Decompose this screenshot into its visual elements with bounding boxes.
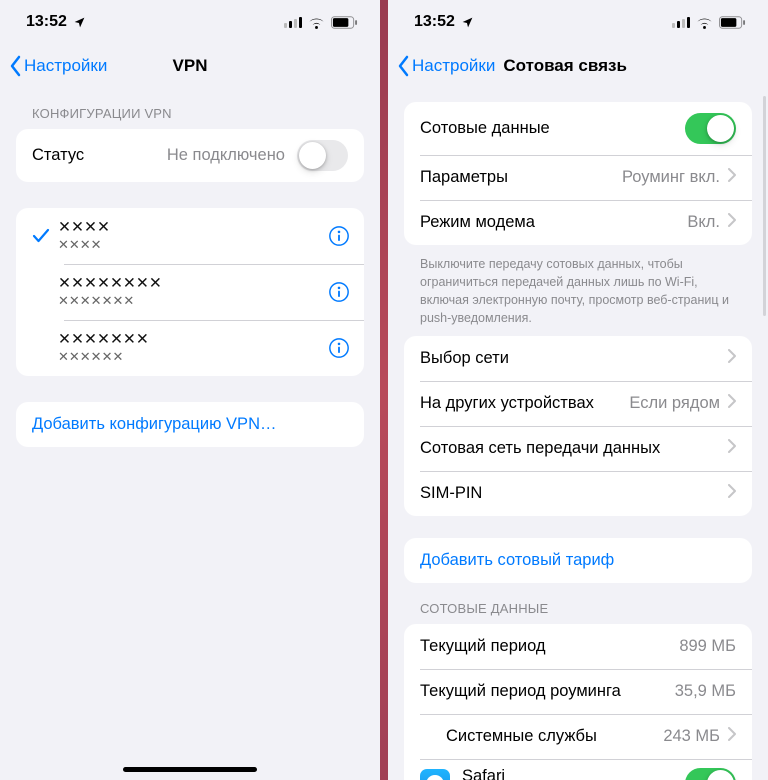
status-bar: 13:52 bbox=[0, 0, 380, 44]
battery-icon bbox=[719, 16, 746, 29]
options-label: Параметры bbox=[420, 168, 508, 187]
signal-bars-icon bbox=[284, 17, 302, 28]
status-row: Статус Не подключено bbox=[16, 129, 364, 182]
info-icon bbox=[328, 225, 350, 247]
nav-bar: Настройки Сотовая связь bbox=[388, 44, 768, 88]
battery-icon bbox=[331, 16, 358, 29]
roaming-period-row: Текущий период роуминга 35,9 МБ bbox=[404, 669, 752, 714]
location-icon bbox=[73, 16, 86, 29]
sim-pin-label: SIM-PIN bbox=[420, 484, 482, 503]
chevron-right-icon bbox=[728, 727, 736, 746]
cellular-options-row[interactable]: Параметры Роуминг вкл. bbox=[404, 155, 752, 200]
vpn-status-toggle[interactable] bbox=[297, 140, 348, 171]
other-devices-row[interactable]: На других устройствах Если рядом bbox=[404, 381, 752, 426]
vpn-config-name: ✕✕✕✕✕✕✕✕ bbox=[58, 275, 326, 293]
app-safari-row[interactable]: Safari 233 МБ bbox=[404, 759, 752, 780]
chevron-left-icon bbox=[396, 55, 410, 77]
other-devices-value: Если рядом bbox=[629, 394, 720, 413]
screen-cellular: 13:52 Настройки Сотовая связь Сотовые да… bbox=[388, 0, 768, 780]
hotspot-label: Режим модема bbox=[420, 213, 535, 232]
info-icon bbox=[328, 281, 350, 303]
back-label: Настройки bbox=[412, 56, 495, 76]
usage-card: Текущий период 899 МБ Текущий период роу… bbox=[404, 624, 752, 780]
system-services-label: Системные службы bbox=[420, 727, 663, 746]
nav-bar: Настройки VPN bbox=[0, 44, 380, 88]
system-services-value: 243 МБ bbox=[663, 727, 720, 746]
chevron-right-icon bbox=[728, 349, 736, 368]
info-button[interactable] bbox=[326, 223, 352, 249]
network-selection-label: Выбор сети bbox=[420, 349, 509, 368]
app-name: Safari bbox=[462, 767, 507, 780]
other-devices-label: На других устройствах bbox=[420, 394, 594, 413]
footnote-text: Выключите передачу сотовых данных, чтобы… bbox=[388, 245, 768, 336]
safari-icon bbox=[420, 769, 450, 780]
vpn-config-server: ✕✕✕✕ bbox=[58, 238, 326, 253]
cellular-data-row[interactable]: Сотовые данные bbox=[404, 102, 752, 155]
status-value: Не подключено bbox=[167, 146, 285, 165]
chevron-right-icon bbox=[728, 213, 736, 232]
info-button[interactable] bbox=[326, 335, 352, 361]
vpn-config-server: ✕✕✕✕✕✕ bbox=[58, 350, 326, 365]
cellular-main-card: Сотовые данные Параметры Роуминг вкл. Ре… bbox=[404, 102, 752, 245]
info-button[interactable] bbox=[326, 279, 352, 305]
chevron-right-icon bbox=[728, 439, 736, 458]
location-icon bbox=[461, 16, 474, 29]
current-period-label: Текущий период bbox=[420, 637, 679, 656]
vpn-config-name: ✕✕✕✕ bbox=[58, 219, 326, 237]
roaming-period-label: Текущий период роуминга bbox=[420, 682, 675, 701]
sim-pin-row[interactable]: SIM-PIN bbox=[404, 471, 752, 516]
wifi-icon bbox=[696, 16, 713, 29]
current-period-value: 899 МБ bbox=[679, 637, 736, 656]
hotspot-value: Вкл. bbox=[687, 213, 720, 232]
status-card: Статус Не подключено bbox=[16, 129, 364, 182]
screen-vpn: 13:52 Настройки VPN КОНФИГУРАЦИИ VPN Ста… bbox=[0, 0, 380, 780]
add-plan-label: Добавить сотовый тариф bbox=[420, 551, 614, 570]
chevron-left-icon bbox=[8, 55, 22, 77]
status-time: 13:52 bbox=[26, 13, 67, 31]
options-value: Роуминг вкл. bbox=[622, 168, 720, 187]
cellular-network-label: Сотовая сеть передачи данных bbox=[420, 439, 660, 458]
group-header-vpn-configs: КОНФИГУРАЦИИ VPN bbox=[0, 88, 380, 129]
system-services-row[interactable]: Системные службы 243 МБ bbox=[404, 714, 752, 759]
add-vpn-config-label: Добавить конфигурацию VPN… bbox=[32, 415, 276, 434]
back-button[interactable]: Настройки bbox=[8, 55, 107, 77]
info-icon bbox=[328, 337, 350, 359]
hotspot-row[interactable]: Режим модема Вкл. bbox=[404, 200, 752, 245]
app-safari-toggle[interactable] bbox=[685, 768, 736, 780]
home-indicator[interactable] bbox=[123, 767, 257, 772]
vpn-config-row[interactable]: ✕✕✕✕✕✕✕ ✕✕✕✕✕✕ bbox=[16, 320, 364, 376]
network-card: Выбор сети На других устройствах Если ря… bbox=[404, 336, 752, 516]
cellular-data-toggle[interactable] bbox=[685, 113, 736, 144]
chevron-right-icon bbox=[728, 484, 736, 503]
status-label: Статус bbox=[32, 146, 84, 165]
cellular-data-label: Сотовые данные bbox=[420, 119, 550, 138]
current-period-row: Текущий период 899 МБ bbox=[404, 624, 752, 669]
group-header-usage: СОТОВЫЕ ДАННЫЕ bbox=[388, 583, 768, 624]
add-vpn-config-button[interactable]: Добавить конфигурацию VPN… bbox=[16, 402, 364, 447]
status-time: 13:52 bbox=[414, 13, 455, 31]
vpn-config-row[interactable]: ✕✕✕✕ ✕✕✕✕ bbox=[16, 208, 364, 264]
back-button[interactable]: Настройки bbox=[396, 55, 495, 77]
add-plan-button[interactable]: Добавить сотовый тариф bbox=[404, 538, 752, 583]
vpn-configs-card: ✕✕✕✕ ✕✕✕✕ ✕✕✕✕✕✕✕✕ ✕✕✕✕✕✕✕ ✕✕✕✕✕✕✕ ✕✕✕✕✕… bbox=[16, 208, 364, 376]
vpn-config-row[interactable]: ✕✕✕✕✕✕✕✕ ✕✕✕✕✕✕✕ bbox=[16, 264, 364, 320]
scroll-indicator[interactable] bbox=[763, 96, 766, 316]
chevron-right-icon bbox=[728, 168, 736, 187]
network-selection-row[interactable]: Выбор сети bbox=[404, 336, 752, 381]
back-label: Настройки bbox=[24, 56, 107, 76]
add-config-card: Добавить конфигурацию VPN… bbox=[16, 402, 364, 447]
checkmark-icon bbox=[32, 228, 58, 244]
wifi-icon bbox=[308, 16, 325, 29]
page-title: Сотовая связь bbox=[503, 56, 627, 76]
chevron-right-icon bbox=[728, 394, 736, 413]
cellular-network-row[interactable]: Сотовая сеть передачи данных bbox=[404, 426, 752, 471]
roaming-period-value: 35,9 МБ bbox=[675, 682, 736, 701]
vpn-config-name: ✕✕✕✕✕✕✕ bbox=[58, 331, 326, 349]
signal-bars-icon bbox=[672, 17, 690, 28]
status-bar: 13:52 bbox=[388, 0, 768, 44]
add-plan-card: Добавить сотовый тариф bbox=[404, 538, 752, 583]
vpn-config-server: ✕✕✕✕✕✕✕ bbox=[58, 294, 326, 309]
